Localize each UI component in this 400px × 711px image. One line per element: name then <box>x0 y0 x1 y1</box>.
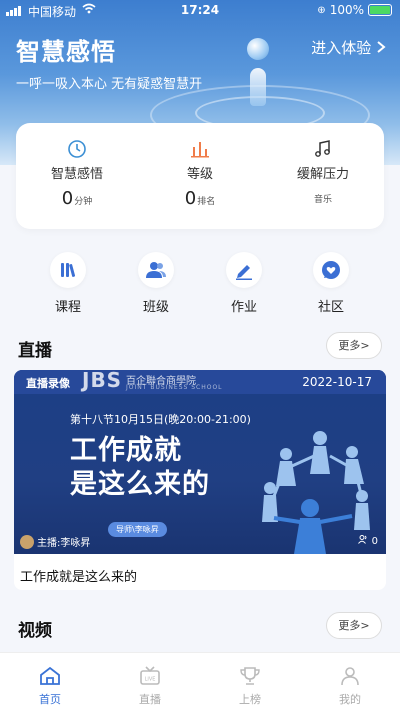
avatar <box>20 534 34 549</box>
person-icon <box>320 665 380 687</box>
entry-class[interactable]: 班级 <box>126 252 186 315</box>
water-drop <box>247 38 269 60</box>
banner-headline: 工作成就 是这么来的 <box>70 435 210 500</box>
host-info: 主播:李咏昇 <box>20 534 90 549</box>
video-more-button[interactable]: 更多> <box>326 612 382 639</box>
entry-label: 社区 <box>317 300 344 315</box>
rotation-lock-icon: ⊕ <box>317 4 326 16</box>
svg-text:LIVE: LIVE <box>145 677 156 683</box>
school-logo-english: JOINT BUSINESS SCHOOL <box>126 384 223 391</box>
heart-chat-icon <box>313 252 349 288</box>
stat-label: 缓解压力 <box>296 167 349 182</box>
stat-label: 智慧感悟 <box>50 167 103 182</box>
entry-community[interactable]: 社区 <box>301 252 361 315</box>
page-title: 智慧感悟 <box>16 38 116 66</box>
enter-label: 进入体验 <box>311 39 372 57</box>
host-name: 主播:李咏昇 <box>37 538 91 549</box>
trophy-icon <box>220 665 280 687</box>
stat-value: 0 <box>184 188 197 209</box>
live-card-title: 工作成就是这么来的 <box>20 570 138 585</box>
entry-homework[interactable]: 作业 <box>214 252 274 315</box>
tab-ranking[interactable]: 上榜 <box>220 665 280 707</box>
home-icon <box>20 665 80 687</box>
tab-profile[interactable]: 我的 <box>320 665 380 707</box>
bottom-tab-bar: 首页 LIVE 直播 上榜 我的 <box>0 652 400 711</box>
status-bar: 中国移动 17:24 ⊕ 100% <box>0 0 400 22</box>
stat-relief-music[interactable]: 缓解压力 音乐 <box>262 123 384 229</box>
live-thumbnail: 直播录像 JBS 百企聯合商學院 JOINT BUSINESS SCHOOL 2… <box>14 370 386 554</box>
chevron-right-icon <box>376 39 386 57</box>
clock-icon <box>16 137 138 161</box>
viewer-count: 0 <box>358 535 378 547</box>
live-date: 2022-10-17 <box>302 375 372 389</box>
battery-percent: 100% <box>329 3 364 17</box>
video-section-title: 视频 <box>18 621 52 641</box>
enter-experience-link[interactable]: 进入体验 <box>311 37 386 58</box>
stat-value: 0 <box>61 188 74 209</box>
battery-icon <box>368 4 392 16</box>
water-splash <box>250 68 266 106</box>
stat-sub: 音乐 <box>313 195 332 205</box>
tab-home[interactable]: 首页 <box>20 665 80 707</box>
session-time: 第十八节10月15日(晚20:00-21:00) <box>70 413 251 426</box>
stat-level[interactable]: 等级 0排名 <box>139 123 261 229</box>
stat-label: 等级 <box>186 167 213 182</box>
books-icon <box>50 252 86 288</box>
entry-label: 课程 <box>54 300 81 315</box>
teacher-pill: 导师\李咏昇 <box>108 522 167 537</box>
live-more-button[interactable]: 更多> <box>326 332 382 359</box>
live-card[interactable]: 直播录像 JBS 百企聯合商學院 JOINT BUSINESS SCHOOL 2… <box>14 370 386 590</box>
stat-meditation[interactable]: 智慧感悟 0分钟 <box>16 123 138 229</box>
stat-unit: 排名 <box>197 197 216 207</box>
music-note-icon <box>262 137 384 161</box>
live-tv-icon: LIVE <box>120 665 180 687</box>
school-logo: JBS <box>82 370 123 392</box>
live-section-title: 直播 <box>18 341 52 361</box>
tab-live[interactable]: LIVE 直播 <box>120 665 180 707</box>
people-icon <box>358 535 371 547</box>
pencil-icon <box>226 252 262 288</box>
entry-label: 班级 <box>142 300 169 315</box>
stats-card: 智慧感悟 0分钟 等级 0排名 缓解压力 音乐 <box>16 123 384 229</box>
group-icon <box>138 252 174 288</box>
entry-course[interactable]: 课程 <box>38 252 98 315</box>
slogan: 一呼一吸入本心 无有疑惑智慧开 <box>16 77 203 92</box>
entry-label: 作业 <box>230 300 257 315</box>
replay-tag: 直播录像 <box>26 377 70 390</box>
bar-level-icon <box>139 137 261 161</box>
stat-unit: 分钟 <box>74 197 93 207</box>
